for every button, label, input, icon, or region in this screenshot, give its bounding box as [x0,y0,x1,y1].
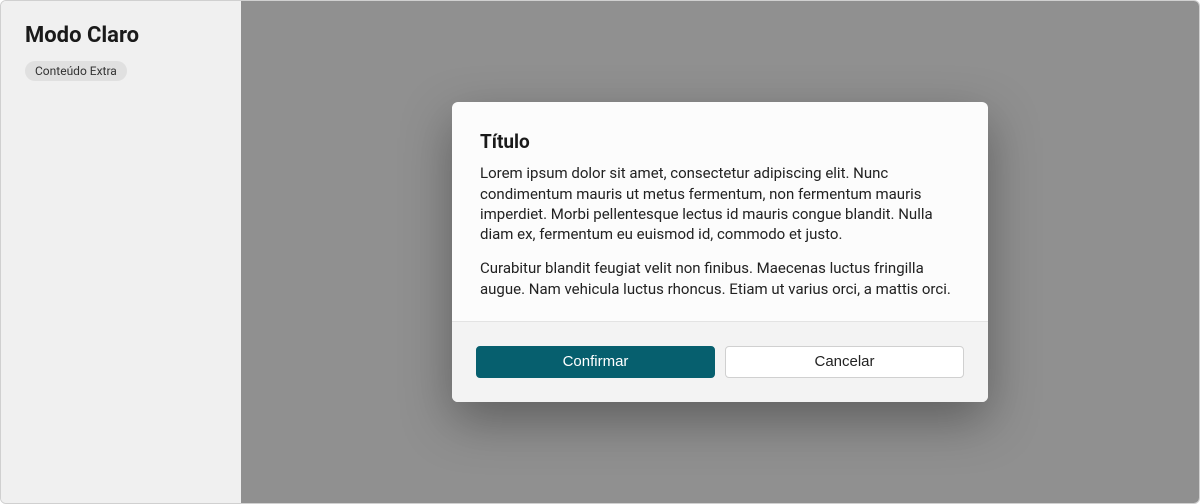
dialog: Título Lorem ipsum dolor sit amet, conse… [452,102,988,402]
dialog-body: Título Lorem ipsum dolor sit amet, conse… [452,102,988,321]
dialog-text: Lorem ipsum dolor sit amet, consectetur … [480,163,960,299]
confirm-button[interactable]: Confirmar [476,346,715,378]
dialog-paragraph-2: Curabitur blandit feugiat velit non fini… [480,258,960,299]
extra-content-badge[interactable]: Conteúdo Extra [25,61,127,81]
cancel-button[interactable]: Cancelar [725,346,964,378]
dialog-paragraph-1: Lorem ipsum dolor sit amet, consectetur … [480,163,960,244]
app-container: Modo Claro Conteúdo Extra Título Lorem i… [0,0,1200,504]
main-area: Título Lorem ipsum dolor sit amet, conse… [241,1,1199,503]
modal-overlay: Título Lorem ipsum dolor sit amet, conse… [241,1,1199,503]
dialog-title: Título [480,130,960,153]
sidebar: Modo Claro Conteúdo Extra [1,1,241,503]
dialog-footer: Confirmar Cancelar [452,321,988,402]
sidebar-title: Modo Claro [25,23,217,48]
